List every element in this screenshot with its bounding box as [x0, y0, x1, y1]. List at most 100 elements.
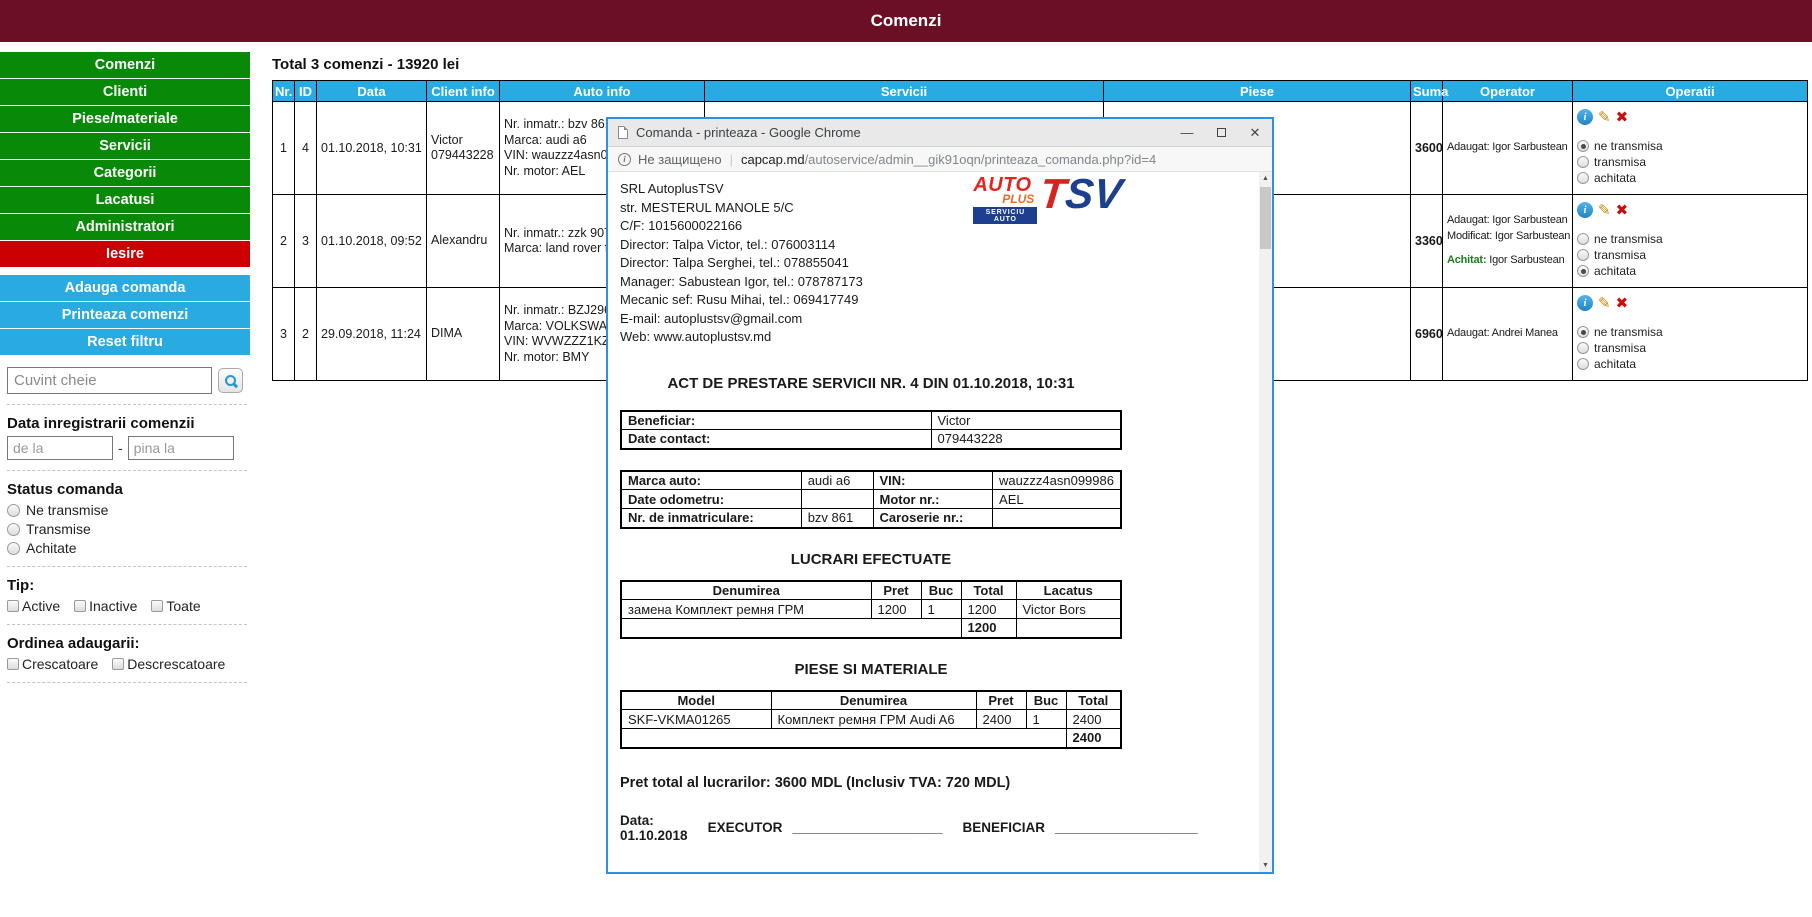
status-radio-label: achitata	[1594, 357, 1636, 371]
logo-tsv-text: TSV	[1038, 176, 1123, 212]
vehicle-table: Marca auto: audi a6 VIN: wauzzz4asn09998…	[620, 470, 1122, 529]
vin-value: wauzzz4asn099986	[993, 471, 1121, 490]
sidebar-item-comenzi[interactable]: Comenzi	[0, 52, 250, 78]
sidebar-gap	[0, 268, 250, 275]
order-descrescatoare-checkbox[interactable]	[112, 658, 124, 670]
sidebar-item-lacatusi[interactable]: Lacatusi	[0, 187, 250, 213]
scroll-down-icon[interactable]: ▼	[1259, 859, 1272, 872]
work-total: 1200	[961, 600, 1016, 619]
search-button[interactable]	[218, 368, 243, 393]
date-range-dash: -	[118, 440, 123, 456]
work-price: 1200	[871, 600, 921, 619]
status-radio-label: ne transmisa	[1594, 232, 1663, 246]
sidebar-item-servicii[interactable]: Servicii	[0, 133, 250, 159]
achitata-radio[interactable]	[1577, 358, 1589, 370]
maximize-icon	[1217, 128, 1226, 137]
popup-titlebar[interactable]: Comanda - printeaza - Google Chrome — ✕	[608, 119, 1272, 147]
url-divider: |	[730, 152, 733, 167]
maximize-button[interactable]	[1204, 119, 1238, 147]
achitata-radio[interactable]	[1577, 265, 1589, 277]
adauga-comanda-button[interactable]: Adauga comanda	[0, 275, 250, 301]
footer-date: Data: 01.10.2018	[620, 813, 688, 843]
type-active-checkbox[interactable]	[7, 600, 19, 612]
sidebar-item-categorii[interactable]: Categorii	[0, 160, 250, 186]
status-achitate-radio[interactable]	[7, 542, 20, 555]
printeaza-comenzi-button[interactable]: Printeaza comenzi	[0, 302, 250, 328]
cell-nr: 2	[273, 195, 295, 288]
ne-transmisa-radio[interactable]	[1577, 233, 1589, 245]
motor-value: AEL	[993, 490, 1121, 509]
document-footer: Data: 01.10.2018 EXECUTOR ______________…	[620, 813, 1122, 843]
ne-transmisa-radio[interactable]	[1577, 140, 1589, 152]
search-input[interactable]	[7, 367, 212, 394]
works-total-spacer	[1016, 619, 1121, 638]
status-radio-label: transmisa	[1594, 248, 1646, 262]
sidebar-item-administratori[interactable]: Administratori	[0, 214, 250, 240]
table-header-row: Nr. ID Data Client info Auto info Servic…	[273, 81, 1808, 102]
scrollbar-thumb[interactable]	[1260, 187, 1271, 249]
reset-filtru-button[interactable]: Reset filtru	[0, 329, 250, 355]
cell-id: 3	[295, 195, 317, 288]
marca-value: audi a6	[801, 471, 873, 490]
popup-title: Comanda - printeaza - Google Chrome	[636, 125, 1170, 140]
inmatriculare-label: Nr. de inmatriculare:	[621, 509, 801, 528]
transmisa-radio[interactable]	[1577, 342, 1589, 354]
transmisa-radio[interactable]	[1577, 249, 1589, 261]
ne-transmisa-radio[interactable]	[1577, 326, 1589, 338]
beneficiar-label: BENEFICIAR	[963, 820, 1046, 835]
edit-icon[interactable]: ✎	[1598, 296, 1611, 311]
popup-scrollbar[interactable]: ▲ ▼	[1259, 172, 1272, 872]
info-icon[interactable]: i	[1577, 109, 1593, 125]
grand-total: Pret total al lucrarilor: 3600 MDL (Incl…	[620, 775, 1122, 791]
popup-window: Comanda - printeaza - Google Chrome — ✕ …	[606, 117, 1274, 874]
sidebar: Comenzi Clienti Piese/materiale Servicii…	[0, 52, 250, 693]
type-inactive-checkbox[interactable]	[74, 600, 86, 612]
sidebar-item-piese-materiale[interactable]: Piese/materiale	[0, 106, 250, 132]
achitat-value: Igor Sarbustean	[1486, 254, 1564, 266]
sidebar-item-clienti[interactable]: Clienti	[0, 79, 250, 105]
company-email: E-mail: autoplustsv@gmail.com	[620, 310, 1122, 329]
sidebar-item-iesire[interactable]: Iesire	[0, 241, 250, 267]
cell-operatii: i ✎ ✖ ne transmisa transmisa achitata	[1573, 102, 1808, 195]
divider	[7, 404, 247, 405]
date-from-input[interactable]	[7, 436, 113, 460]
info-icon[interactable]: i	[1577, 202, 1593, 218]
parts-col-buc: Buc	[1026, 691, 1066, 710]
type-option-label: Active	[22, 598, 60, 614]
edit-icon[interactable]: ✎	[1598, 110, 1611, 125]
delete-icon[interactable]: ✖	[1616, 203, 1629, 218]
odometru-label: Date odometru:	[621, 490, 801, 509]
delete-icon[interactable]: ✖	[1616, 296, 1629, 311]
divider	[7, 682, 247, 683]
company-manager: Manager: Sabustean Igor, tel.: 078787173	[620, 273, 1122, 292]
status-option-label: Transmise	[26, 521, 91, 537]
inmatriculare-value: bzv 861	[801, 509, 873, 528]
achitata-radio[interactable]	[1577, 172, 1589, 184]
edit-icon[interactable]: ✎	[1598, 203, 1611, 218]
minimize-button[interactable]: —	[1170, 119, 1204, 147]
type-toate-checkbox[interactable]	[151, 600, 163, 612]
date-to-input[interactable]	[128, 436, 234, 460]
security-info-icon[interactable]: i	[618, 153, 631, 166]
search-icon	[224, 374, 238, 388]
beneficiar-label: Beneficiar:	[621, 411, 931, 430]
col-header-id: ID	[295, 81, 317, 102]
cell-client: Alexandru	[427, 195, 500, 288]
print-document: SRL AutoplusTSV str. MESTERUL MANOLE 5/C…	[620, 172, 1122, 843]
order-crescatoare-checkbox[interactable]	[7, 658, 19, 670]
close-button[interactable]: ✕	[1238, 119, 1272, 147]
part-total: 2400	[1066, 710, 1121, 729]
transmisa-radio[interactable]	[1577, 156, 1589, 168]
scroll-up-icon[interactable]: ▲	[1259, 172, 1272, 185]
status-transmise-radio[interactable]	[7, 523, 20, 536]
delete-icon[interactable]: ✖	[1616, 110, 1629, 125]
cell-data: 29.09.2018, 11:24	[317, 288, 427, 381]
cell-operator: Adaugat: Andrei Manea	[1443, 288, 1573, 381]
works-col-pret: Pret	[871, 581, 921, 600]
company-director1: Director: Talpa Victor, tel.: 076003114	[620, 236, 1122, 255]
info-icon[interactable]: i	[1577, 295, 1593, 311]
popup-urlbar[interactable]: i Не защищено | capcap.md/autoservice/ad…	[608, 147, 1272, 172]
parts-table: Model Denumirea Pret Buc Total SKF-VKMA0…	[620, 690, 1122, 749]
works-title: LUCRARI EFECTUATE	[620, 551, 1122, 568]
status-ne-transmise-radio[interactable]	[7, 504, 20, 517]
